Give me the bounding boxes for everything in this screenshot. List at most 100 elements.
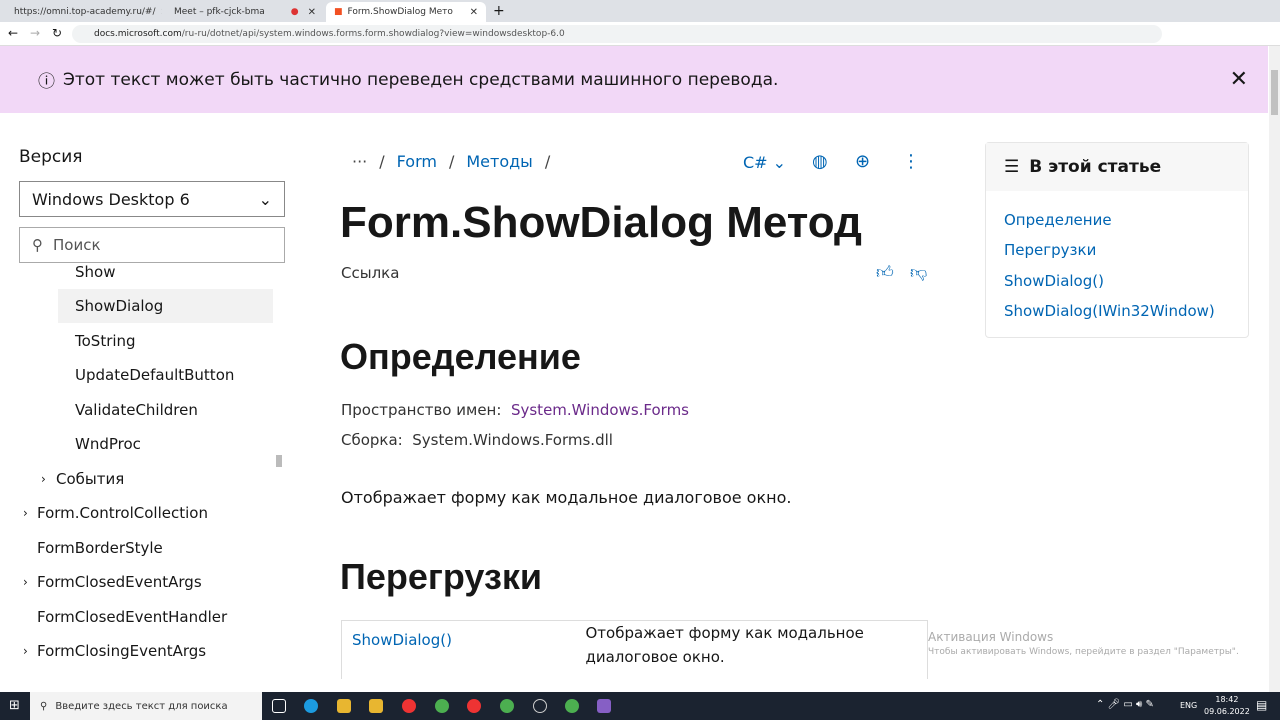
toc-title: В этой статье — [1029, 157, 1162, 177]
tab-title: Meet – pfk-cjck-bma — [174, 7, 265, 17]
close-icon[interactable]: ✕ — [1230, 67, 1248, 92]
tab-top-academy[interactable]: https://omni.top-academy.ru/#/ ✕ — [6, 2, 162, 22]
toc-link[interactable]: Определение — [1004, 211, 1112, 229]
close-icon[interactable]: ✕ — [161, 7, 162, 18]
search-placeholder: Поиск — [53, 236, 101, 254]
chevron-right-icon[interactable]: › — [41, 462, 46, 496]
overload-description: Отображает форму как модальное диалогово… — [575, 620, 928, 679]
search-input[interactable]: ⚲ Поиск — [19, 227, 285, 263]
app-icon[interactable] — [533, 699, 547, 713]
breadcrumb-methods[interactable]: Методы — [466, 152, 532, 171]
windows-start-icon[interactable]: ⊞ — [9, 698, 20, 713]
tab-form-showdialog[interactable]: ■ Form.ShowDialog Метод (System ✕ — [326, 2, 486, 22]
page-subtitle: Ссылка — [341, 264, 400, 282]
visual-studio-icon[interactable] — [597, 699, 611, 713]
tree-item[interactable]: ValidateChildren — [75, 393, 198, 427]
globe-icon[interactable]: ◍ — [812, 151, 828, 172]
namespace-label: Пространство имен: — [341, 401, 502, 419]
version-value: Windows Desktop 6 — [32, 189, 190, 209]
edge-icon[interactable] — [304, 699, 318, 713]
heading-definition: Определение — [340, 336, 581, 377]
date: 09.06.2022 — [1204, 707, 1250, 716]
toc-link[interactable]: ShowDialog(IWin32Window) — [1004, 302, 1215, 320]
tree-item[interactable]: ToString — [75, 324, 136, 358]
add-collection-icon[interactable]: ⊕ — [855, 151, 870, 172]
tree-item[interactable]: UpdateDefaultButton — [75, 358, 234, 392]
task-view-icon[interactable] — [272, 699, 286, 713]
chevron-right-icon[interactable]: › — [23, 565, 28, 599]
chrome-icon[interactable] — [435, 699, 449, 713]
tab-meet[interactable]: Meet – pfk-cjck-bma ● ✕ — [166, 2, 324, 22]
machine-translation-banner: ⓘ Этот текст может быть частично переведе… — [0, 46, 1268, 113]
toc-link[interactable]: ShowDialog() — [1004, 272, 1104, 290]
sidebar-tree: Show ShowDialog ToString UpdateDefaultBu… — [19, 263, 274, 663]
breadcrumb-form[interactable]: Form — [397, 152, 437, 171]
version-select[interactable]: Windows Desktop 6 ⌄ — [19, 181, 285, 217]
yandex-icon[interactable] — [402, 699, 416, 713]
tree-item[interactable]: FormBorderStyle — [37, 531, 163, 565]
thumbs-up-icon[interactable]: 👍︎ — [876, 262, 894, 283]
heading-overloads: Перегрузки — [340, 556, 543, 597]
tray-icons[interactable]: ⌃ 🎤︎ ▭ 🔊︎ ✎ — [1096, 699, 1154, 710]
chevron-right-icon[interactable]: › — [23, 496, 28, 530]
language-indicator[interactable]: ENG — [1180, 701, 1197, 710]
info-icon: ⓘ — [38, 72, 55, 92]
url-input[interactable]: docs.microsoft.com/ru-ru/dotnet/api/syst… — [72, 25, 1162, 43]
summary-text: Отображает форму как модальное диалогово… — [341, 488, 792, 507]
tree-item[interactable]: FormClosedEventArgs — [37, 565, 202, 599]
toc-panel: ☰ В этой статье Определение Перегрузки Sh… — [985, 142, 1249, 338]
close-icon[interactable]: ✕ — [470, 7, 478, 18]
toc-link[interactable]: Перегрузки — [1004, 241, 1096, 259]
tab-title: https://omni.top-academy.ru/#/ — [14, 7, 156, 17]
breadcrumb: ··· / Form / Методы / — [352, 152, 551, 171]
taskbar-search-placeholder: Введите здесь текст для поиска — [55, 700, 228, 712]
notifications-icon[interactable]: ▤ — [1256, 698, 1267, 712]
breadcrumb-more[interactable]: ··· — [352, 152, 367, 171]
banner-text: Этот текст может быть частично переведен… — [63, 69, 779, 90]
store-icon[interactable] — [369, 699, 383, 713]
yandex-browser-icon[interactable] — [467, 699, 481, 713]
new-tab-button[interactable]: + — [493, 3, 505, 19]
forward-icon[interactable]: → — [30, 26, 40, 40]
chrome-active-icon[interactable] — [500, 699, 514, 713]
namespace-link[interactable]: System.Windows.Forms — [511, 401, 689, 419]
taskbar-search[interactable]: ⚲ Введите здесь текст для поиска — [30, 692, 262, 720]
language-value: C# — [743, 153, 768, 172]
recording-icon: ● — [290, 7, 299, 17]
watermark-text: Чтобы активировать Windows, перейдите в … — [928, 647, 1239, 657]
address-bar-row: ← → ↻ docs.microsoft.com/ru-ru/dotnet/ap… — [0, 22, 1280, 46]
tree-item[interactable]: События — [56, 462, 124, 496]
reload-icon[interactable]: ↻ — [52, 26, 62, 40]
time: 18:42 — [1215, 695, 1239, 704]
thumbs-down-icon[interactable]: 👎︎ — [910, 262, 927, 283]
list-icon: ☰ — [1004, 157, 1020, 177]
close-icon[interactable]: ✕ — [308, 7, 316, 18]
language-select[interactable]: C# ⌄ — [743, 153, 786, 172]
assembly-label: Сборка: — [341, 431, 403, 449]
chevron-right-icon[interactable]: › — [23, 634, 28, 663]
clock[interactable]: 18:42 09.06.2022 — [1204, 695, 1250, 716]
tab-title: Form.ShowDialog Метод (System — [347, 7, 453, 17]
table-row: ShowDialog() Отображает форму как модаль… — [341, 620, 928, 679]
overload-link[interactable]: ShowDialog() — [352, 631, 452, 649]
url-host: docs.microsoft.com — [94, 29, 182, 39]
page-title: Form.ShowDialog Метод — [340, 198, 862, 247]
tree-item[interactable]: FormClosingEventArgs — [37, 634, 206, 663]
tree-item[interactable]: WndProc — [75, 427, 141, 461]
chrome-icon[interactable] — [565, 699, 579, 713]
explorer-icon[interactable] — [337, 699, 351, 713]
overloads-table: ShowDialog() Отображает форму как модаль… — [341, 620, 928, 679]
chevron-down-icon: ⌄ — [258, 189, 272, 209]
tree-item[interactable]: Form.ControlCollection — [37, 496, 208, 530]
assembly-value: System.Windows.Forms.dll — [412, 431, 613, 449]
tree-item-selected[interactable]: ShowDialog — [58, 289, 273, 323]
back-icon[interactable]: ← — [8, 26, 18, 40]
more-options-icon[interactable]: ⋮ — [902, 151, 920, 172]
tree-item[interactable]: Show — [75, 263, 115, 289]
tree-item[interactable]: FormClosedEventHandler — [37, 600, 227, 634]
watermark-title: Активация Windows — [928, 630, 1054, 644]
sidebar-scrollbar[interactable] — [274, 270, 284, 665]
taskbar: ⊞ ⚲ Введите здесь текст для поиска ⌃ 🎤︎ ▭… — [0, 692, 1280, 720]
search-icon: ⚲ — [40, 700, 48, 712]
page-scrollbar[interactable] — [1269, 46, 1280, 692]
